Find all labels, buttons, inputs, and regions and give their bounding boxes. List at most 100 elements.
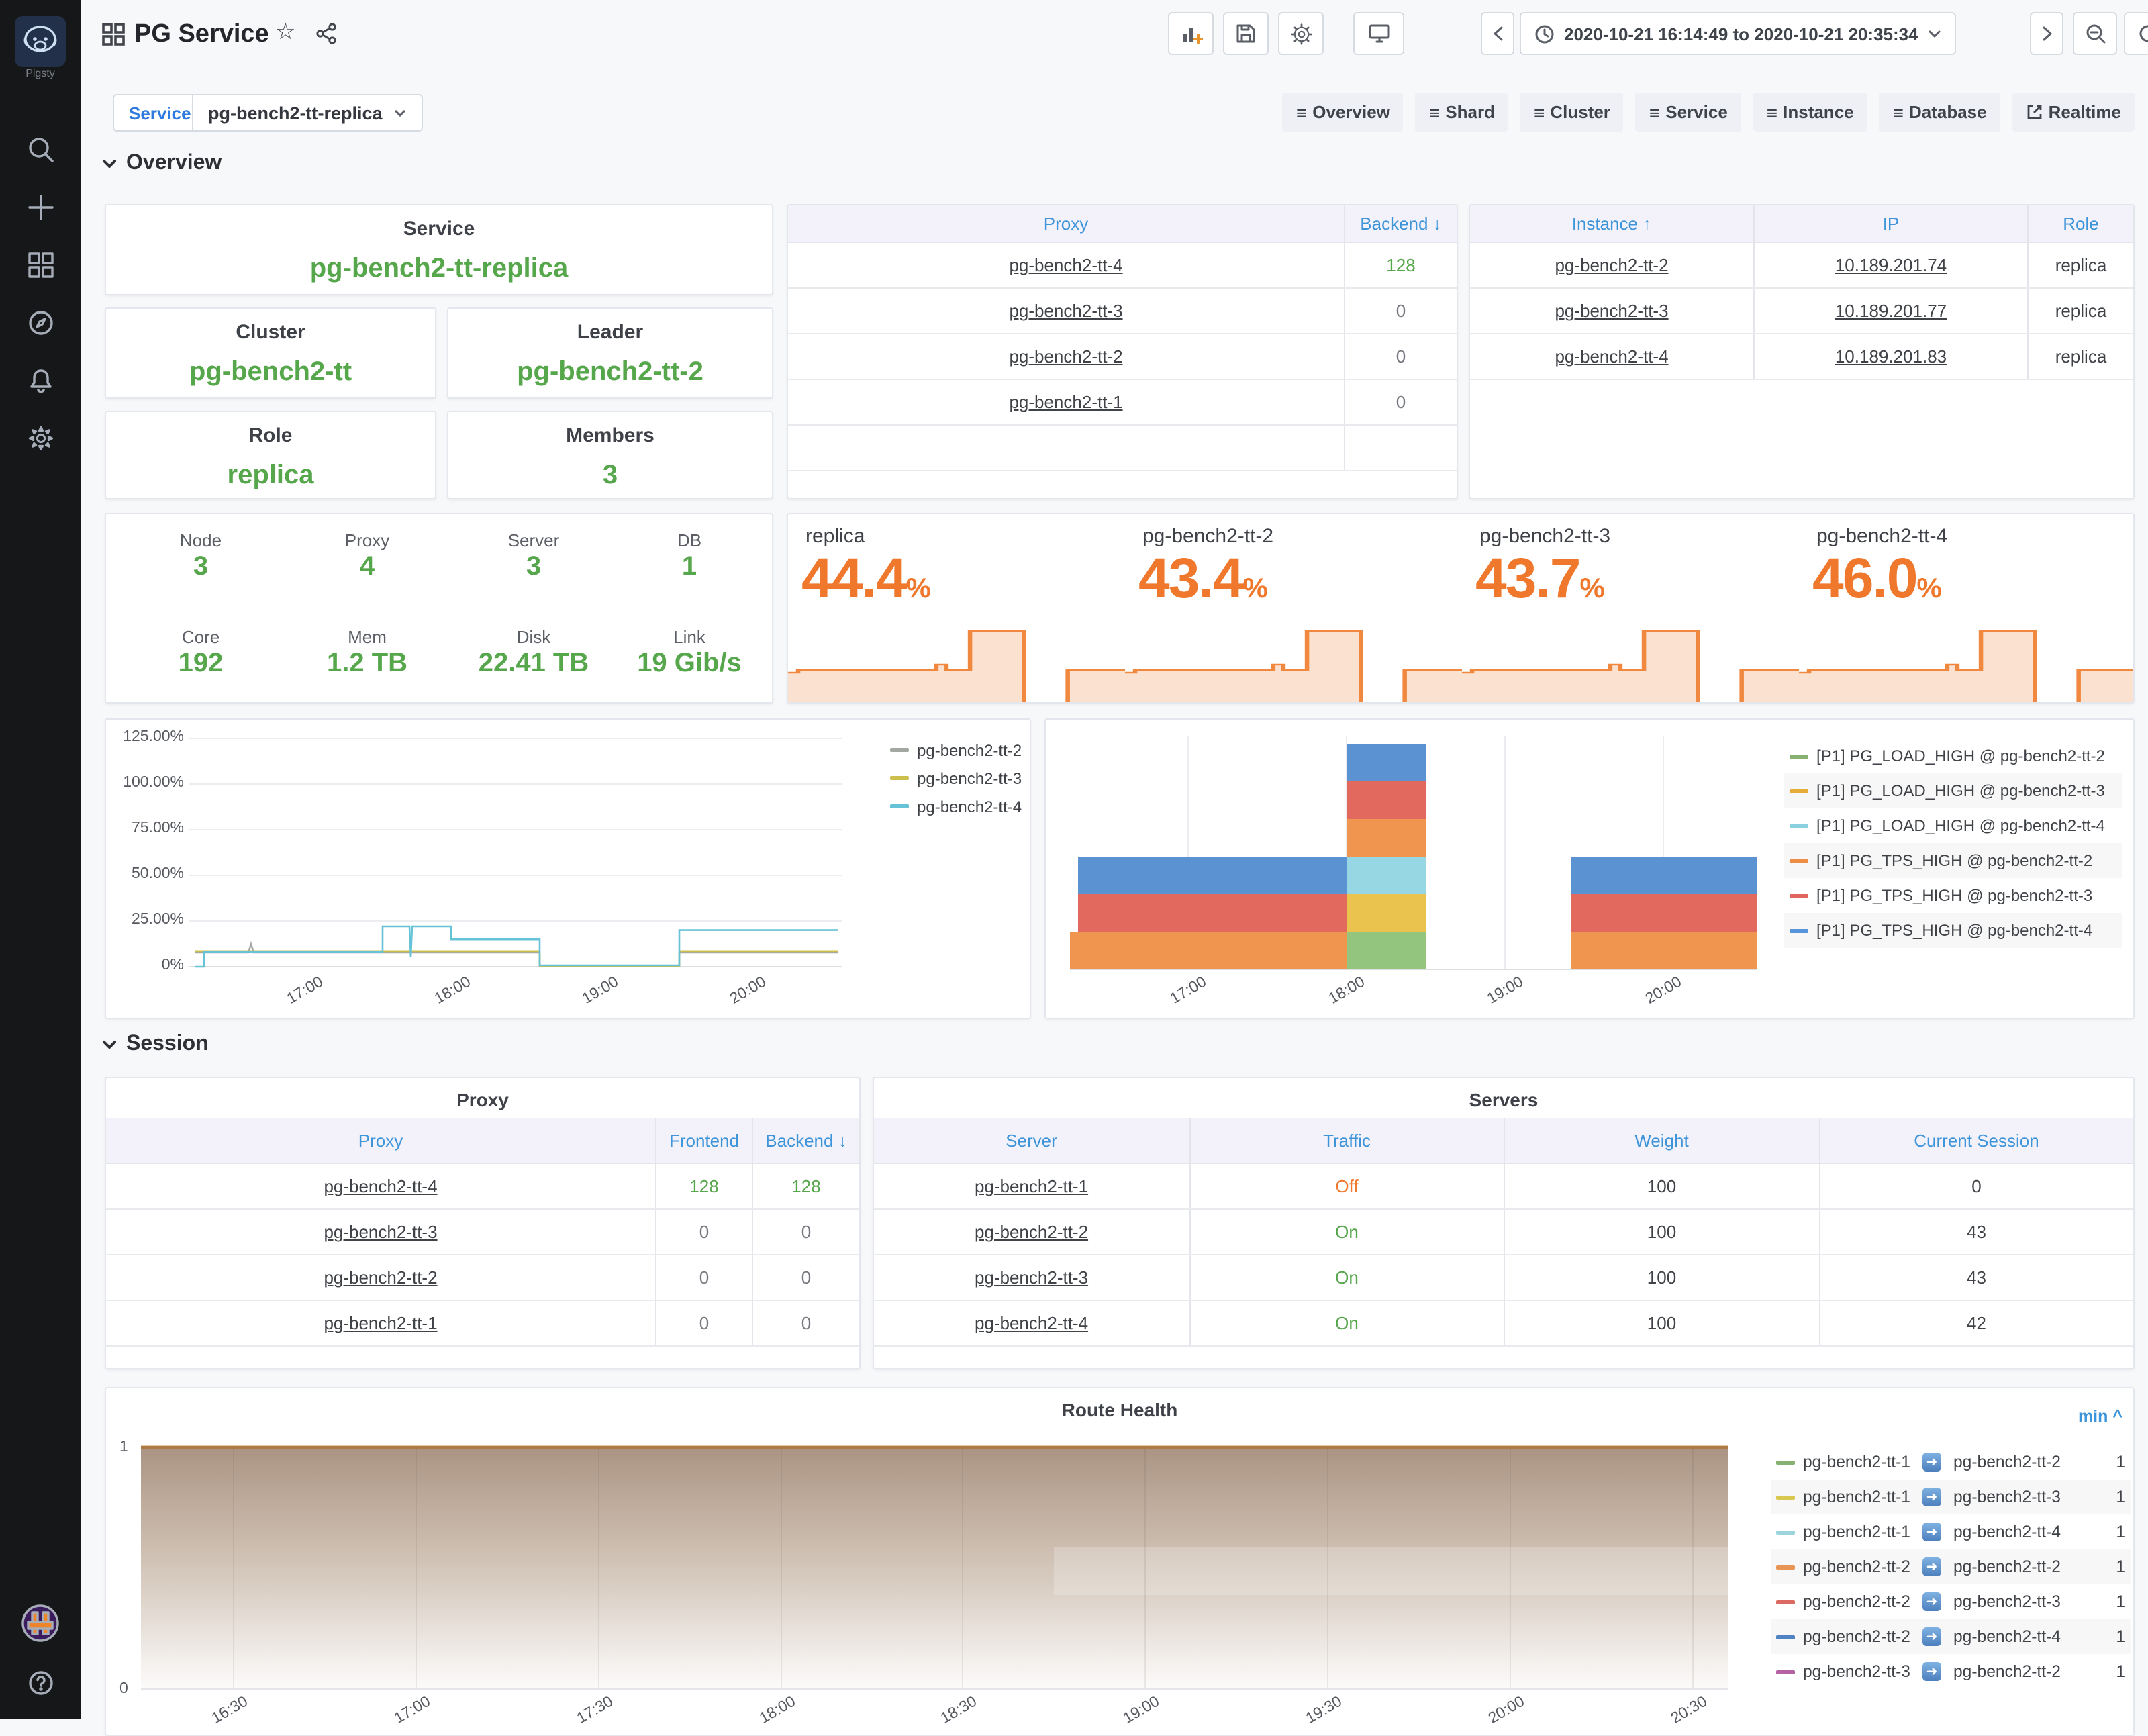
refresh-button[interactable] bbox=[2124, 12, 2148, 55]
section-session-toggle[interactable]: Session bbox=[102, 1032, 209, 1057]
legend-item[interactable]: pg-bench2-tt-1➜pg-bench2-tt-31 bbox=[1771, 1480, 2131, 1514]
save-dashboard-button[interactable] bbox=[1223, 12, 1269, 55]
legend-item[interactable]: pg-bench2-tt-2➜pg-bench2-tt-21 bbox=[1771, 1549, 2131, 1584]
star-icon[interactable]: ☆ bbox=[275, 19, 296, 46]
service-variable-dropdown[interactable]: pg-bench2-tt-replica bbox=[192, 94, 423, 132]
legend-item[interactable]: [P1] PG_LOAD_HIGH @ pg-bench2-tt-3 bbox=[1784, 773, 2122, 808]
role-card-title: Role bbox=[106, 424, 435, 447]
server-link[interactable]: pg-bench2-tt-3 bbox=[975, 1267, 1088, 1288]
proxy-link[interactable]: pg-bench2-tt-1 bbox=[324, 1313, 437, 1333]
ip-link[interactable]: 10.189.201.77 bbox=[1835, 301, 1947, 321]
create-plus-icon[interactable] bbox=[0, 184, 81, 230]
share-icon[interactable] bbox=[315, 23, 337, 51]
ip-link[interactable]: 10.189.201.83 bbox=[1835, 346, 1947, 367]
role-card[interactable]: Role replica bbox=[105, 411, 436, 499]
legend-item[interactable]: pg-bench2-tt-1➜pg-bench2-tt-21 bbox=[1771, 1445, 2131, 1480]
role-card-value: replica bbox=[106, 461, 435, 491]
dashboards-icon[interactable] bbox=[0, 242, 81, 287]
proxy-link[interactable]: pg-bench2-tt-3 bbox=[1009, 301, 1122, 321]
nav-link-database[interactable]: ≡Database bbox=[1880, 93, 2000, 132]
col-header-backend[interactable]: Backend ↓ bbox=[752, 1118, 859, 1163]
legend-item[interactable]: pg-bench2-tt-2 bbox=[890, 736, 1022, 764]
time-range-picker[interactable]: 2020-10-21 16:14:49 to 2020-10-21 20:35:… bbox=[1520, 12, 1956, 55]
proxy-link[interactable]: pg-bench2-tt-1 bbox=[1009, 392, 1122, 412]
col-header-current-session[interactable]: Current Session bbox=[1818, 1118, 2133, 1163]
nav-link-instance[interactable]: ≡Instance bbox=[1753, 93, 1867, 132]
time-back-button[interactable] bbox=[1481, 12, 1514, 55]
proxy-link[interactable]: pg-bench2-tt-3 bbox=[324, 1222, 437, 1242]
legend-item[interactable]: pg-bench2-tt-1➜pg-bench2-tt-41 bbox=[1771, 1514, 2131, 1549]
leader-card-value: pg-bench2-tt-2 bbox=[448, 357, 772, 388]
user-avatar[interactable] bbox=[0, 1600, 81, 1646]
configuration-gear-icon[interactable] bbox=[0, 415, 81, 461]
col-header-role[interactable]: Role bbox=[2027, 205, 2133, 242]
proxy-link[interactable]: pg-bench2-tt-4 bbox=[1009, 255, 1122, 275]
col-header-instance[interactable]: Instance ↑ bbox=[1470, 205, 1753, 242]
role-value: replica bbox=[2027, 334, 2133, 379]
explore-compass-icon[interactable] bbox=[0, 299, 81, 345]
stat-node: Node3 bbox=[130, 530, 271, 583]
zoom-out-time-button[interactable] bbox=[2073, 12, 2117, 55]
col-header-proxy[interactable]: Proxy bbox=[106, 1118, 655, 1163]
legend-item[interactable]: pg-bench2-tt-3 bbox=[890, 764, 1022, 792]
dashboard-grid-icon[interactable] bbox=[102, 23, 125, 52]
route-health-panel[interactable]: Route Health 1 bbox=[105, 1387, 2135, 1736]
proxy-link[interactable]: pg-bench2-tt-2 bbox=[1009, 346, 1122, 367]
instance-link[interactable]: pg-bench2-tt-4 bbox=[1555, 346, 1668, 367]
cluster-card[interactable]: Cluster pg-bench2-tt bbox=[105, 307, 436, 399]
cycle-view-mode-button[interactable] bbox=[1353, 12, 1404, 55]
instance-link[interactable]: pg-bench2-tt-2 bbox=[1555, 255, 1668, 275]
help-icon[interactable] bbox=[0, 1659, 81, 1705]
col-header-backend[interactable]: Backend ↓ bbox=[1344, 205, 1457, 242]
panel-title: Servers bbox=[874, 1089, 2133, 1110]
time-forward-button[interactable] bbox=[2030, 12, 2063, 55]
legend-item[interactable]: [P1] PG_TPS_HIGH @ pg-bench2-tt-3 bbox=[1784, 878, 2122, 913]
table-row: pg-bench2-tt-1 0 0 bbox=[106, 1301, 859, 1347]
legend-item[interactable]: pg-bench2-tt-4 bbox=[890, 792, 1022, 820]
proxy-link[interactable]: pg-bench2-tt-2 bbox=[324, 1267, 437, 1288]
nav-link-overview[interactable]: ≡Overview bbox=[1283, 93, 1404, 132]
members-card[interactable]: Members 3 bbox=[447, 411, 773, 499]
alerts-chart[interactable]: 17:00 18:00 19:00 20:00 [P1] PG_LOAD_HIG… bbox=[1044, 718, 2135, 1019]
col-header-frontend[interactable]: Frontend bbox=[655, 1118, 752, 1163]
legend-item[interactable]: [P1] PG_TPS_HIGH @ pg-bench2-tt-2 bbox=[1784, 843, 2122, 878]
col-header-traffic[interactable]: Traffic bbox=[1189, 1118, 1504, 1163]
service-card[interactable]: Service pg-bench2-tt-replica bbox=[105, 204, 773, 295]
legend-item[interactable]: [P1] PG_LOAD_HIGH @ pg-bench2-tt-4 bbox=[1784, 808, 2122, 843]
add-panel-button[interactable] bbox=[1168, 12, 1214, 55]
server-link[interactable]: pg-bench2-tt-1 bbox=[975, 1176, 1088, 1196]
cpu-gauges-panel[interactable]: replica 44.4% pg-bench2-tt-2 43.4% pg-be… bbox=[787, 513, 2135, 704]
dashboard-page: Pigsty PG Service ☆ bbox=[0, 0, 2148, 1719]
table-row: pg-bench2-tt-2 0 0 bbox=[106, 1255, 859, 1301]
search-icon[interactable] bbox=[0, 126, 81, 172]
alerting-bell-icon[interactable] bbox=[0, 357, 81, 403]
legend-item[interactable]: [P1] PG_TPS_HIGH @ pg-bench2-tt-4 bbox=[1784, 913, 2122, 948]
resource-stats-panel[interactable]: Node3 Proxy4 Server3 DB1 Core192 Mem1.2 … bbox=[105, 513, 773, 704]
nav-link-service[interactable]: ≡Service bbox=[1636, 93, 1741, 132]
dashboard-settings-button[interactable] bbox=[1278, 12, 1324, 55]
instance-link[interactable]: pg-bench2-tt-3 bbox=[1555, 301, 1668, 321]
pigsty-logo-icon[interactable] bbox=[15, 16, 66, 67]
legend-sort-min[interactable]: min ^ bbox=[2078, 1407, 2122, 1426]
col-header-weight[interactable]: Weight bbox=[1504, 1118, 1818, 1163]
ip-link[interactable]: 10.189.201.74 bbox=[1835, 255, 1947, 275]
legend-item[interactable]: pg-bench2-tt-2➜pg-bench2-tt-31 bbox=[1771, 1584, 2131, 1619]
nav-link-realtime[interactable]: Realtime bbox=[2012, 93, 2135, 132]
backend-count: 0 bbox=[1344, 380, 1457, 424]
legend-item[interactable]: [P1] PG_LOAD_HIGH @ pg-bench2-tt-2 bbox=[1784, 738, 2122, 773]
col-header-ip[interactable]: IP bbox=[1753, 205, 2027, 242]
col-header-server[interactable]: Server bbox=[874, 1118, 1189, 1163]
section-overview-toggle[interactable]: Overview bbox=[102, 152, 222, 176]
nav-link-cluster[interactable]: ≡Cluster bbox=[1520, 93, 1624, 132]
server-link[interactable]: pg-bench2-tt-4 bbox=[975, 1313, 1088, 1333]
legend-item[interactable]: pg-bench2-tt-2➜pg-bench2-tt-41 bbox=[1771, 1619, 2131, 1654]
server-link[interactable]: pg-bench2-tt-2 bbox=[975, 1222, 1088, 1242]
cpu-usage-chart[interactable]: 125.00% 100.00% 75.00% 50.00% 25.00% 0% … bbox=[105, 718, 1031, 1019]
leader-card[interactable]: Leader pg-bench2-tt-2 bbox=[447, 307, 773, 399]
nav-link-shard[interactable]: ≡Shard bbox=[1416, 93, 1508, 132]
gauge-replica: replica 44.4% bbox=[788, 514, 1125, 704]
col-header-proxy[interactable]: Proxy bbox=[788, 205, 1344, 242]
proxy-link[interactable]: pg-bench2-tt-4 bbox=[324, 1176, 437, 1196]
role-value: replica bbox=[2027, 289, 2133, 333]
legend-item[interactable]: pg-bench2-tt-3➜pg-bench2-tt-21 bbox=[1771, 1654, 2131, 1689]
